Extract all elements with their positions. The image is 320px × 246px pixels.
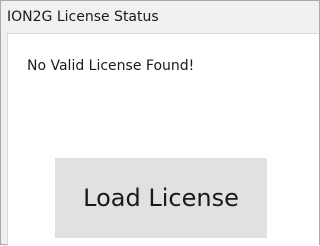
window-title: ION2G License Status xyxy=(7,9,159,25)
load-license-button[interactable]: Load License xyxy=(55,158,267,238)
license-status-window: ION2G License Status No Valid License Fo… xyxy=(0,0,320,246)
license-status-message: No Valid License Found! xyxy=(27,58,195,74)
window-titlebar: ION2G License Status xyxy=(1,1,319,33)
